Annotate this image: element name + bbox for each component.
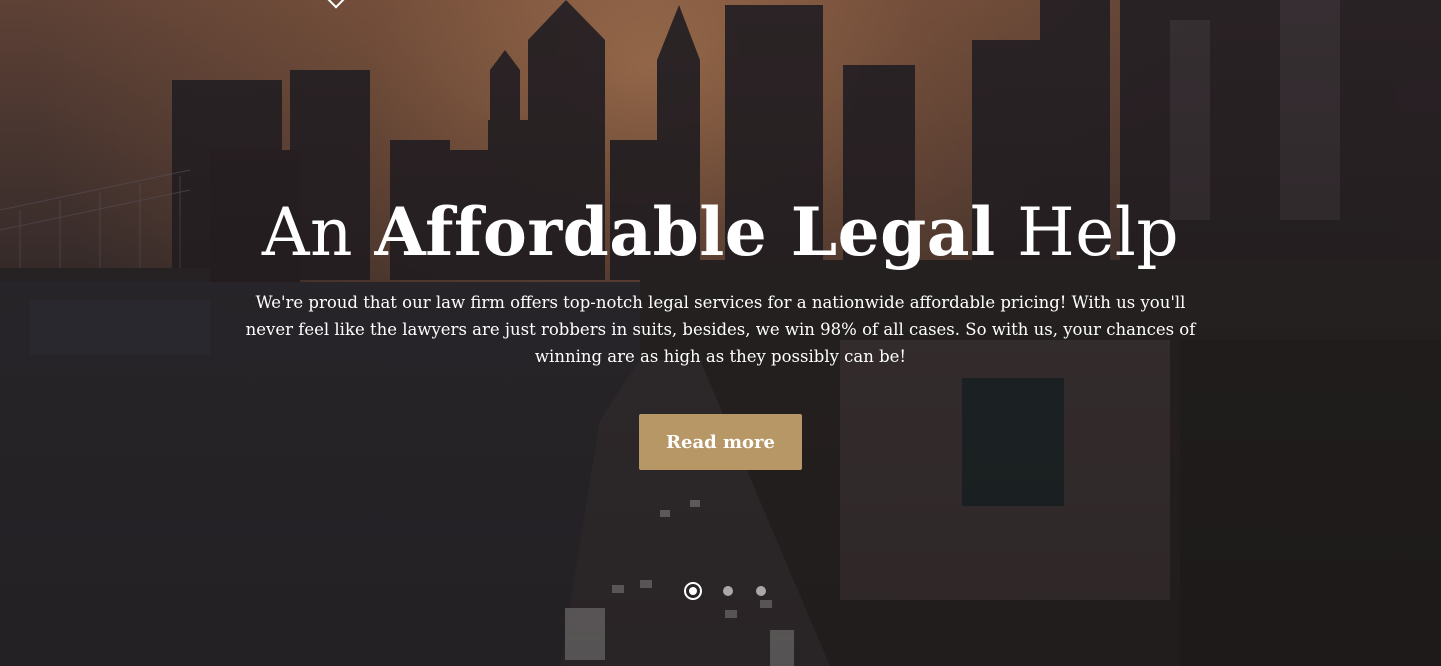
slide-dot-2[interactable] — [723, 586, 733, 596]
slide-dot-1[interactable] — [684, 582, 702, 600]
hero-content: An Affordable Legal Help We're proud tha… — [0, 190, 1441, 470]
slide-dot-3[interactable] — [756, 586, 766, 596]
slider-pagination — [684, 582, 789, 600]
headline-suffix: Help — [995, 194, 1180, 271]
headline-emphasis: Affordable Legal — [374, 193, 996, 271]
hero-description: We're proud that our law firm offers top… — [245, 293, 1196, 366]
headline-prefix: An — [261, 194, 375, 271]
hero-slider: An Affordable Legal Help We're proud tha… — [0, 0, 1441, 666]
read-more-button[interactable]: Read more — [639, 414, 802, 470]
hero-headline: An Affordable Legal Help — [0, 190, 1441, 275]
